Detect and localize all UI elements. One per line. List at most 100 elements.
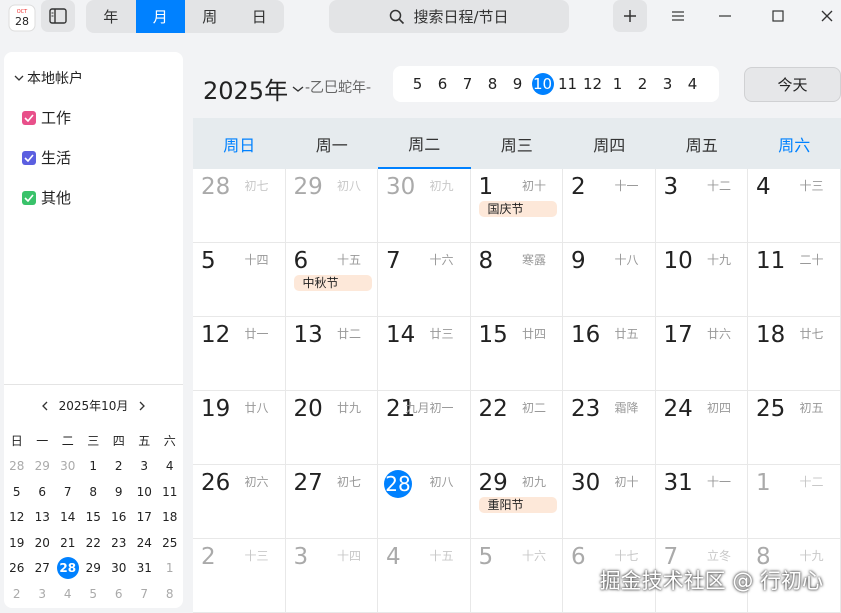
month-chip[interactable]: 10 — [531, 73, 554, 95]
day-cell[interactable]: 16 廿五 — [563, 317, 656, 391]
mini-day[interactable]: 9 — [106, 481, 132, 503]
month-chip[interactable]: 1 — [605, 73, 630, 95]
mini-day[interactable]: 28 — [4, 455, 30, 477]
day-cell[interactable]: 2 十三 — [193, 539, 286, 613]
day-cell[interactable]: 8 寒露 — [470, 243, 563, 317]
mini-day[interactable]: 4 — [55, 583, 81, 605]
day-cell[interactable]: 28 初七 — [193, 169, 286, 243]
day-cell[interactable]: 4 十五 — [378, 539, 471, 613]
day-cell[interactable]: 7 十六 — [378, 243, 471, 317]
month-chip[interactable]: 8 — [480, 73, 505, 95]
checkbox-checked-icon[interactable] — [22, 110, 36, 125]
day-cell[interactable]: 26 初六 — [193, 465, 286, 539]
mini-day[interactable]: 10 — [132, 481, 158, 503]
search-box[interactable]: 搜索日程/节日 — [329, 0, 569, 33]
minimize-button[interactable] — [710, 4, 740, 28]
checkbox-checked-icon[interactable] — [22, 190, 36, 205]
day-cell[interactable]: 10 十九 — [655, 243, 748, 317]
maximize-button[interactable] — [763, 4, 793, 28]
sidebar-toggle-button[interactable] — [41, 0, 75, 32]
day-cell[interactable]: 3 十四 — [285, 539, 378, 613]
mini-day[interactable]: 5 — [81, 583, 107, 605]
chevron-left-icon[interactable] — [41, 401, 49, 411]
mini-day[interactable]: 31 — [132, 557, 158, 579]
month-chip[interactable]: 9 — [505, 73, 530, 95]
holiday-event[interactable]: 中秋节 — [293, 275, 372, 291]
day-cell[interactable]: 30 初十 — [563, 465, 656, 539]
mini-day[interactable]: 6 — [106, 583, 132, 605]
mini-day[interactable]: 2 — [106, 455, 132, 477]
mini-day[interactable]: 6 — [30, 481, 56, 503]
day-cell[interactable]: 3 十二 — [655, 169, 748, 243]
calendar-item-life[interactable]: 生活 — [22, 147, 71, 168]
view-year-button[interactable]: 年 — [86, 0, 136, 33]
mini-day[interactable]: 3 — [30, 583, 56, 605]
mini-day[interactable]: 17 — [132, 506, 158, 528]
mini-day[interactable]: 21 — [55, 532, 81, 554]
day-cell[interactable]: 21 九月初一 — [378, 391, 471, 465]
day-cell[interactable]: 4 十三 — [748, 169, 841, 243]
day-cell[interactable]: 14 廿三 — [378, 317, 471, 391]
checkbox-checked-icon[interactable] — [22, 150, 36, 165]
month-chip[interactable]: 3 — [655, 73, 680, 95]
mini-day[interactable]: 29 — [30, 455, 56, 477]
mini-day[interactable]: 18 — [157, 506, 183, 528]
day-cell[interactable]: 24 初四 — [655, 391, 748, 465]
day-cell[interactable]: 25 初五 — [748, 391, 841, 465]
mini-day[interactable]: 30 — [55, 455, 81, 477]
month-chip[interactable]: 5 — [405, 73, 430, 95]
mini-day[interactable]: 24 — [132, 532, 158, 554]
day-cell[interactable]: 9 十八 — [563, 243, 656, 317]
mini-day[interactable]: 12 — [4, 506, 30, 528]
mini-day[interactable]: 7 — [132, 583, 158, 605]
mini-day[interactable]: 5 — [4, 481, 30, 503]
mini-day[interactable]: 13 — [30, 506, 56, 528]
day-cell[interactable]: 30 初九 — [378, 169, 471, 243]
day-cell[interactable]: 12 廿一 — [193, 317, 286, 391]
month-chip[interactable]: 4 — [680, 73, 705, 95]
mini-day-today[interactable]: 28 — [56, 557, 79, 580]
menu-button[interactable] — [663, 4, 693, 28]
day-cell[interactable]: 2 十一 — [563, 169, 656, 243]
mini-day[interactable]: 14 — [55, 506, 81, 528]
mini-day[interactable]: 30 — [106, 557, 132, 579]
mini-day[interactable]: 3 — [132, 455, 158, 477]
mini-day[interactable]: 22 — [81, 532, 107, 554]
day-cell[interactable]: 1 十二 — [748, 465, 841, 539]
calendar-item-work[interactable]: 工作 — [22, 107, 71, 128]
day-cell[interactable]: 19 廿八 — [193, 391, 286, 465]
day-cell[interactable]: 23 霜降 — [563, 391, 656, 465]
mini-day[interactable]: 20 — [30, 532, 56, 554]
month-chip[interactable]: 6 — [430, 73, 455, 95]
mini-day[interactable]: 2 — [4, 583, 30, 605]
day-cell[interactable]: 20 廿九 — [285, 391, 378, 465]
day-cell[interactable]: 28 初八 — [378, 465, 471, 539]
day-cell[interactable]: 5 十四 — [193, 243, 286, 317]
holiday-event[interactable]: 国庆节 — [478, 201, 557, 217]
month-chip[interactable]: 7 — [455, 73, 480, 95]
day-cell[interactable]: 17 廿六 — [655, 317, 748, 391]
account-header[interactable]: 本地帐户 — [14, 68, 83, 88]
mini-day[interactable]: 29 — [81, 557, 107, 579]
day-cell[interactable]: 29 初八 — [285, 169, 378, 243]
chevron-right-icon[interactable] — [138, 401, 146, 411]
day-cell[interactable]: 29 初九 重阳节 — [470, 465, 563, 539]
day-cell[interactable]: 31 十一 — [655, 465, 748, 539]
month-chip[interactable]: 11 — [555, 73, 580, 95]
mini-day[interactable]: 8 — [81, 481, 107, 503]
view-month-button[interactable]: 月 — [135, 0, 185, 33]
calendar-item-other[interactable]: 其他 — [22, 187, 71, 208]
add-event-button[interactable] — [613, 0, 647, 32]
mini-day[interactable]: 27 — [30, 557, 56, 579]
mini-day[interactable]: 1 — [81, 455, 107, 477]
today-button[interactable]: 今天 — [744, 67, 841, 102]
view-week-button[interactable]: 周 — [185, 0, 235, 33]
holiday-event[interactable]: 重阳节 — [478, 497, 557, 513]
close-button[interactable] — [812, 4, 841, 28]
mini-day[interactable]: 7 — [55, 481, 81, 503]
day-cell[interactable]: 13 廿二 — [285, 317, 378, 391]
day-cell[interactable]: 15 廿四 — [470, 317, 563, 391]
month-chip[interactable]: 2 — [630, 73, 655, 95]
day-cell[interactable]: 27 初七 — [285, 465, 378, 539]
mini-day[interactable]: 19 — [4, 532, 30, 554]
